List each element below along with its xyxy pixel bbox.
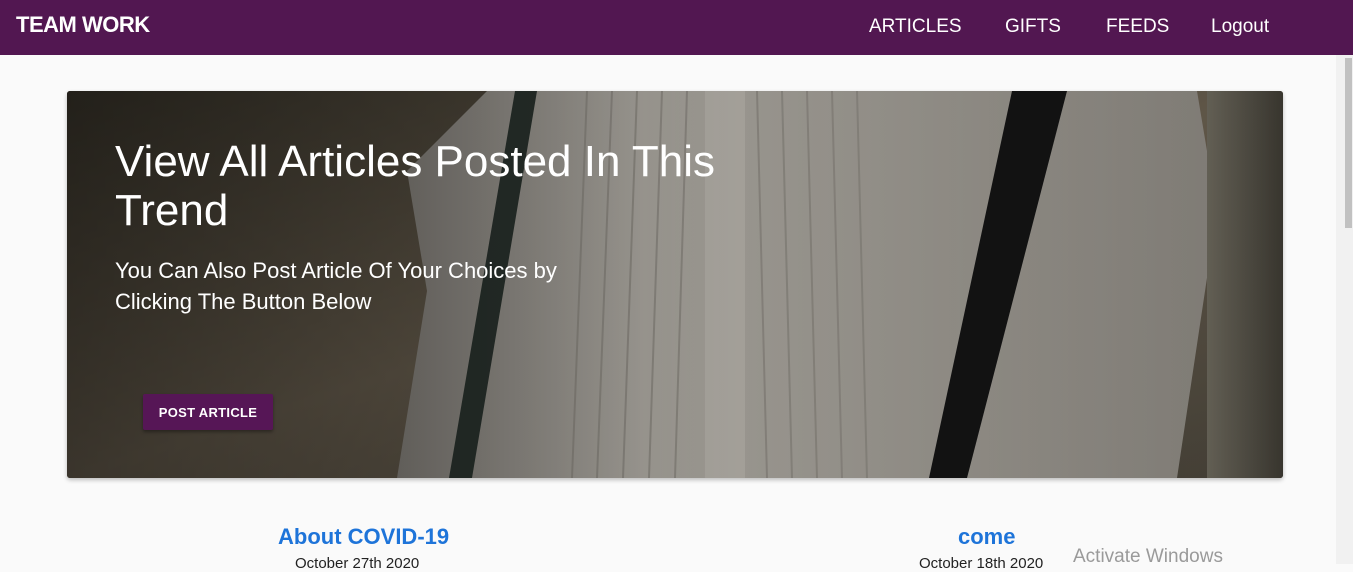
- brand-logo[interactable]: TEAM WORK: [16, 12, 150, 38]
- article-title-link[interactable]: come: [958, 524, 1015, 550]
- hero-banner: View All Articles Posted In This Trend Y…: [67, 91, 1283, 478]
- hero-title: View All Articles Posted In This Trend: [115, 137, 715, 235]
- post-article-button[interactable]: POST ARTICLE: [143, 394, 273, 430]
- page-scrollbar-thumb[interactable]: [1345, 58, 1352, 228]
- nav-link-gifts[interactable]: GIFTS: [1005, 16, 1061, 38]
- activate-windows-watermark: Activate Windows: [1073, 546, 1223, 567]
- hero-subtitle: You Can Also Post Article Of Your Choice…: [115, 258, 557, 314]
- article-title-link[interactable]: About COVID-19: [278, 524, 449, 550]
- top-navbar: TEAM WORK ARTICLES GIFTS FEEDS Logout: [0, 0, 1353, 55]
- nav-link-logout[interactable]: Logout: [1211, 16, 1269, 38]
- nav-link-feeds[interactable]: FEEDS: [1106, 16, 1169, 38]
- nav-link-articles[interactable]: ARTICLES: [869, 16, 962, 38]
